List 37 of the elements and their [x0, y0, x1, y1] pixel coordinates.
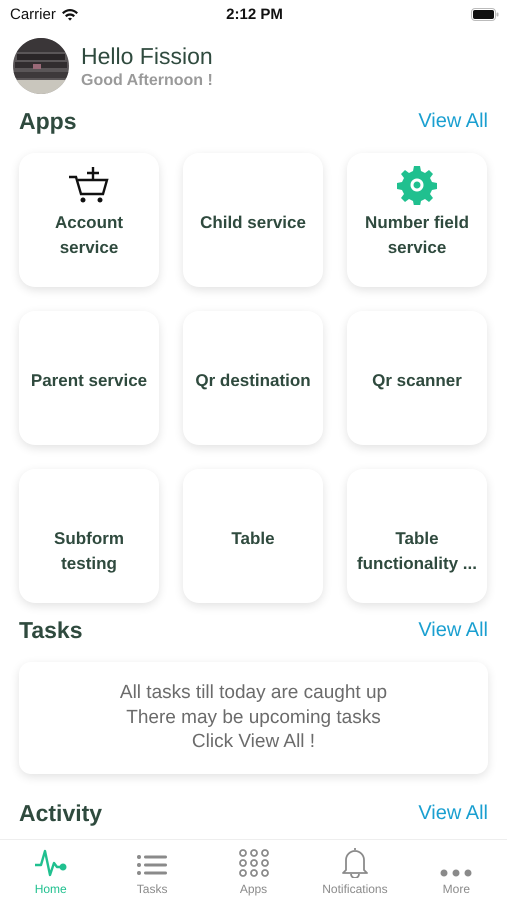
cart-plus-icon	[67, 165, 111, 203]
list-icon	[136, 852, 168, 878]
app-card[interactable]: Number field service	[347, 153, 487, 287]
wifi-icon	[60, 8, 79, 20]
app-name: Qr scanner	[372, 370, 462, 392]
pulse-icon	[34, 848, 68, 878]
section-title: Tasks	[19, 617, 83, 644]
battery-icon	[470, 8, 499, 20]
clock-text: 2:12 PM	[226, 6, 283, 22]
app-card[interactable]: Table	[183, 469, 323, 603]
grid-icon	[238, 848, 270, 878]
app-name: Qr destination	[195, 370, 311, 392]
app-card[interactable]: Child service	[183, 153, 323, 287]
app-card[interactable]: Parent service	[19, 311, 159, 445]
app-name: Subform testing	[53, 528, 125, 575]
carrier-text: Carrier	[10, 6, 56, 22]
section-title: Activity	[19, 800, 102, 827]
greeting-title: Hello Fission	[81, 42, 213, 70]
greeting-subtitle: Good Afternoon !	[81, 72, 213, 90]
app-name: Child service	[200, 212, 306, 234]
app-name: Parent service	[30, 370, 148, 392]
app-name: Account service	[54, 212, 124, 259]
app-card[interactable]: Account service	[19, 153, 159, 287]
app-name: Number field service	[364, 212, 470, 259]
more-icon	[440, 868, 472, 878]
app-card[interactable]: Qr scanner	[347, 311, 487, 445]
gear-icon	[397, 165, 437, 205]
app-name: Table	[231, 528, 275, 550]
app-card[interactable]: Table functionality ...	[347, 469, 487, 603]
tasks-message: There may be upcoming tasks	[126, 706, 381, 730]
app-name: Table functionality ...	[356, 528, 478, 575]
tasks-message: Click View All !	[192, 730, 316, 754]
bell-icon	[340, 846, 370, 878]
app-card[interactable]: Qr destination	[183, 311, 323, 445]
tasks-message: All tasks till today are caught up	[120, 680, 388, 705]
app-card[interactable]: Subform testing	[19, 469, 159, 603]
section-title: Apps	[19, 108, 76, 135]
